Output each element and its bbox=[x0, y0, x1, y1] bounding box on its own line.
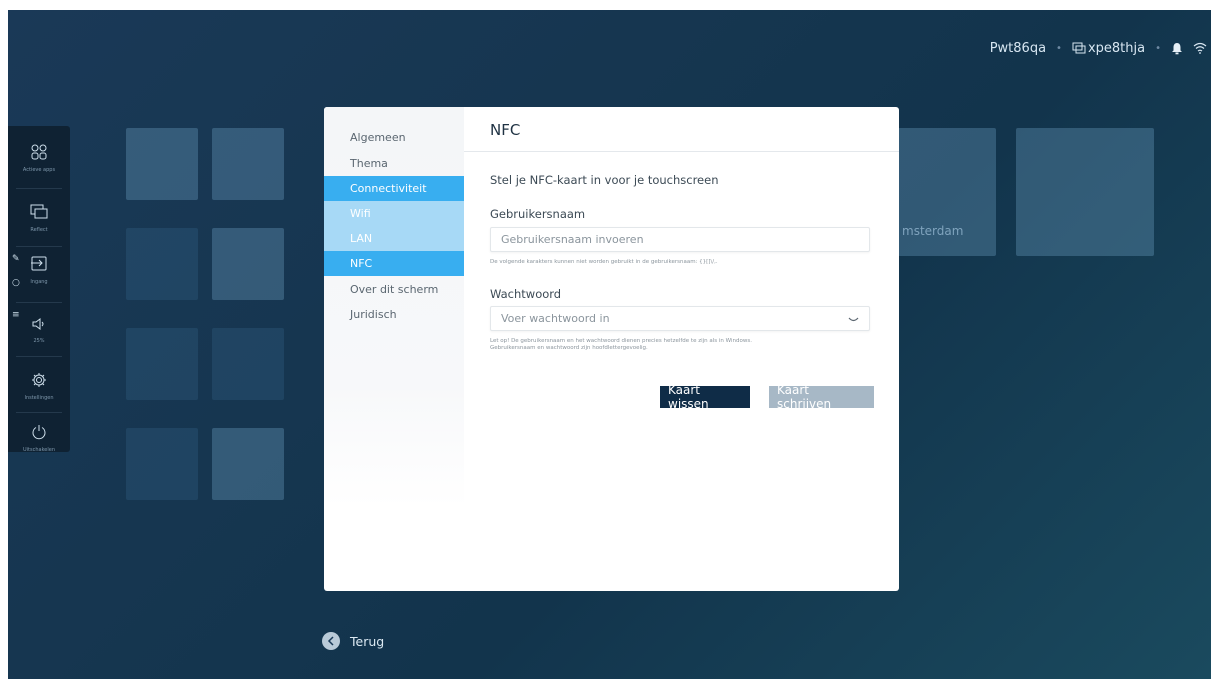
app-tile bbox=[126, 228, 198, 300]
chevron-left-icon bbox=[322, 632, 340, 650]
app-tile bbox=[212, 328, 284, 400]
reflect-icon bbox=[30, 204, 48, 224]
settings-nav: Algemeen Thema Connectiviteit Wifi LAN N… bbox=[324, 107, 464, 507]
password-hint-line: Gebruikersnaam en wachtwoord zijn hoofdl… bbox=[490, 345, 648, 351]
apps-grid-icon bbox=[31, 144, 47, 164]
password-hint: Let op! De gebruikersnaam en het wachtwo… bbox=[490, 338, 752, 352]
share-screen-icon bbox=[1072, 42, 1086, 54]
separator-dot: • bbox=[1155, 42, 1161, 54]
dock-input[interactable]: Ingang bbox=[8, 242, 70, 298]
write-card-button[interactable]: Kaart schrijven bbox=[769, 383, 874, 411]
dock-active-apps[interactable]: Actieve apps bbox=[8, 130, 70, 186]
username-field[interactable]: Gebruikersnaam invoeren bbox=[490, 227, 870, 252]
dock-label: Uitschakelen bbox=[22, 446, 56, 453]
password-hint-line: Let op! De gebruikersnaam en het wachtwo… bbox=[490, 338, 752, 344]
desktop-background: msterdam Pwt86qa • xpe8thja • Actieve ap… bbox=[8, 10, 1211, 679]
username-placeholder: Gebruikersnaam invoeren bbox=[501, 233, 644, 246]
gear-icon bbox=[31, 372, 47, 392]
password-label: Wachtwoord bbox=[490, 287, 562, 301]
nav-item-algemeen[interactable]: Algemeen bbox=[324, 125, 464, 150]
nav-item-connectiviteit[interactable]: Connectiviteit bbox=[324, 176, 464, 201]
username-label: Gebruikersnaam bbox=[490, 207, 586, 221]
settings-dialog: Algemeen Thema Connectiviteit Wifi LAN N… bbox=[324, 107, 899, 591]
password-placeholder: Voer wachtwoord in bbox=[501, 312, 610, 325]
divider bbox=[16, 356, 62, 357]
password-field[interactable]: Voer wachtwoord in bbox=[490, 306, 870, 331]
nav-item-juridisch[interactable]: Juridisch bbox=[324, 302, 464, 327]
bell-icon[interactable] bbox=[1171, 42, 1183, 55]
power-icon bbox=[31, 424, 47, 444]
dock-reflect[interactable]: Reflect bbox=[8, 190, 70, 246]
nav-item-thema[interactable]: Thema bbox=[324, 151, 464, 176]
edge-handle-menu-icon[interactable]: ≡ bbox=[12, 310, 20, 320]
divider bbox=[16, 188, 62, 189]
dock-label: Actieve apps bbox=[22, 166, 56, 173]
dock-settings[interactable]: Instellingen bbox=[8, 358, 70, 414]
settings-content: NFC Stel je NFC-kaart in voor je touchsc… bbox=[464, 107, 899, 591]
app-tile bbox=[126, 128, 198, 200]
edge-handle-pen-icon[interactable]: ✎ bbox=[12, 254, 20, 264]
nav-item-lan[interactable]: LAN bbox=[324, 226, 464, 251]
back-button[interactable]: Terug bbox=[322, 632, 384, 650]
app-tile: msterdam bbox=[898, 128, 996, 256]
app-tile bbox=[212, 128, 284, 200]
username-hint: De volgende karakters kunnen niet worden… bbox=[490, 259, 718, 265]
status-bar: Pwt86qa • xpe8thja • bbox=[990, 38, 1207, 58]
volume-icon bbox=[31, 316, 47, 335]
dock-power[interactable]: Uitschakelen bbox=[8, 410, 70, 466]
edge-handle-circle-icon[interactable]: ○ bbox=[12, 278, 20, 288]
wifi-icon[interactable] bbox=[1193, 42, 1207, 54]
app-tile bbox=[126, 328, 198, 400]
dock-label: Instellingen bbox=[24, 394, 54, 401]
dock-label: Ingang bbox=[30, 278, 48, 285]
nav-item-over-dit-scherm[interactable]: Over dit scherm bbox=[324, 277, 464, 302]
app-tile bbox=[212, 228, 284, 300]
nav-item-wifi[interactable]: Wifi bbox=[324, 201, 464, 226]
app-tile bbox=[126, 428, 198, 500]
device-name: Pwt86qa bbox=[989, 40, 1047, 56]
chevron-down-icon[interactable] bbox=[848, 314, 859, 327]
app-tile bbox=[212, 428, 284, 500]
divider bbox=[464, 151, 899, 152]
share-name: xpe8thja bbox=[1087, 40, 1146, 56]
back-label: Terug bbox=[350, 633, 385, 649]
side-dock: Actieve apps Reflect Ingang 25% Instelli… bbox=[8, 126, 70, 453]
app-tile bbox=[1016, 128, 1154, 256]
tile-text: msterdam bbox=[902, 224, 964, 238]
dock-label: Reflect bbox=[30, 226, 48, 233]
clear-card-button[interactable]: Kaart wissen bbox=[660, 383, 750, 411]
page-title: NFC bbox=[490, 121, 521, 139]
separator-dot: • bbox=[1056, 42, 1062, 54]
section-subtitle: Stel je NFC-kaart in voor je touchscreen bbox=[490, 173, 719, 187]
input-source-icon bbox=[30, 256, 48, 276]
nav-item-nfc[interactable]: NFC bbox=[324, 251, 464, 276]
volume-level: 25% bbox=[33, 338, 45, 344]
